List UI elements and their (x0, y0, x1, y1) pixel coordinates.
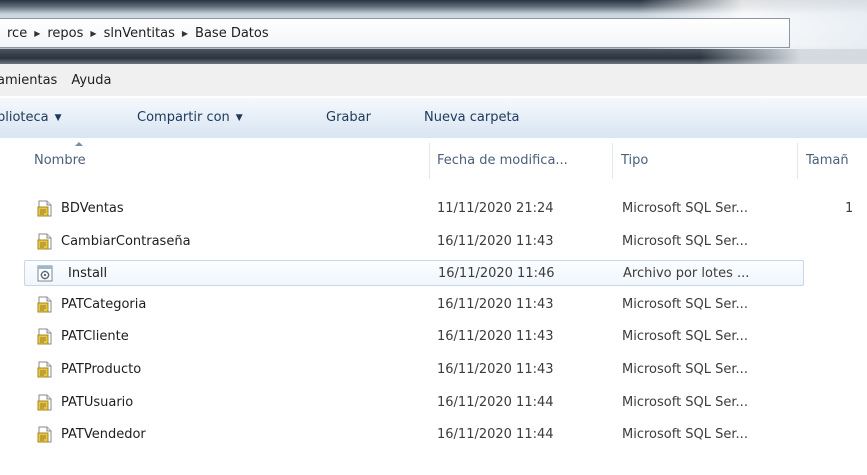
file-type: Microsoft SQL Ser... (622, 427, 748, 442)
file-type: Microsoft SQL Ser... (622, 201, 748, 216)
file-name: Install (68, 266, 108, 281)
breadcrumb-item[interactable]: slnVentitas (99, 26, 180, 41)
chevron-down-icon: ▼ (54, 113, 62, 123)
file-name: BDVentas (61, 201, 124, 216)
chevron-down-icon: ▼ (235, 113, 243, 123)
window-frame-glare (700, 49, 867, 64)
include-in-library-label: blioteca (0, 110, 49, 125)
column-header-type[interactable]: Tipo (621, 153, 648, 168)
file-type: Microsoft SQL Ser... (622, 297, 748, 312)
column-divider[interactable] (612, 143, 613, 179)
batch-file-icon (37, 265, 53, 282)
sql-script-icon (37, 296, 52, 313)
file-date: 16/11/2020 11:43 (437, 329, 554, 344)
breadcrumb-item[interactable]: repos (42, 26, 88, 41)
file-row[interactable]: PATCliente 16/11/2020 11:43 Microsoft SQ… (0, 325, 867, 349)
file-name: PATUsuario (61, 395, 134, 410)
column-header-date[interactable]: Fecha de modifica... (437, 153, 568, 168)
breadcrumb-item[interactable]: Base Datos (190, 26, 274, 41)
file-date: 16/11/2020 11:43 (437, 362, 554, 377)
breadcrumb-arrow-icon[interactable]: ▶ (88, 29, 98, 38)
file-name: PATProducto (61, 362, 142, 377)
sql-script-icon (37, 361, 52, 378)
file-date: 11/11/2020 21:24 (437, 201, 554, 216)
address-bar[interactable]: rce ▶ repos ▶ slnVentitas ▶ Base Datos (0, 18, 790, 48)
command-bar: blioteca ▼ Compartir con ▼ Grabar Nueva ca… (0, 97, 867, 139)
file-type: Microsoft SQL Ser... (622, 395, 748, 410)
file-size: 1 (845, 201, 854, 216)
breadcrumb-arrow-icon[interactable]: ▶ (32, 29, 42, 38)
breadcrumb-item[interactable]: rce (2, 26, 32, 41)
file-row[interactable]: BDVentas 11/11/2020 21:24 Microsoft SQL … (0, 197, 867, 221)
share-with-label: Compartir con (137, 110, 230, 125)
burn-button[interactable]: Grabar (326, 110, 371, 125)
file-type: Archivo por lotes ... (623, 266, 750, 281)
file-date: 16/11/2020 11:43 (437, 297, 554, 312)
file-date: 16/11/2020 11:43 (437, 234, 554, 249)
file-name: PATCategoria (61, 297, 147, 312)
file-row[interactable]: PATProducto 16/11/2020 11:43 Microsoft S… (0, 358, 867, 382)
menu-help[interactable]: Ayuda (65, 73, 119, 88)
menu-bar: amientas Ayuda (0, 64, 867, 96)
menu-tools[interactable]: amientas (0, 73, 65, 88)
file-type: Microsoft SQL Ser... (622, 234, 748, 249)
file-row[interactable]: PATCategoria 16/11/2020 11:43 Microsoft … (0, 293, 867, 317)
share-with-button[interactable]: Compartir con ▼ (137, 110, 243, 125)
file-type: Microsoft SQL Ser... (622, 362, 748, 377)
sql-script-icon (37, 328, 52, 345)
sql-script-icon (37, 394, 52, 411)
file-row[interactable]: PATVendedor 16/11/2020 11:44 Microsoft S… (0, 423, 867, 447)
file-name: CambiarContraseña (61, 234, 191, 249)
include-in-library-button[interactable]: blioteca ▼ (0, 110, 62, 125)
file-date: 16/11/2020 11:44 (437, 395, 554, 410)
file-date: 16/11/2020 11:46 (438, 266, 555, 281)
sql-script-icon (37, 200, 52, 217)
file-name: PATVendedor (61, 427, 146, 442)
sql-script-icon (37, 426, 52, 443)
column-divider[interactable] (429, 143, 430, 179)
file-type: Microsoft SQL Ser... (622, 329, 748, 344)
sort-ascending-icon (75, 142, 83, 146)
file-name: PATCliente (61, 329, 129, 344)
file-row-hovered[interactable]: Install 16/11/2020 11:46 Archivo por lot… (24, 260, 804, 286)
column-divider[interactable] (797, 143, 798, 179)
file-row[interactable]: PATUsuario 16/11/2020 11:44 Microsoft SQ… (0, 391, 867, 415)
file-date: 16/11/2020 11:44 (437, 427, 554, 442)
column-header-row: Nombre Fecha de modifica... Tipo Tamañ (0, 138, 867, 184)
column-header-size[interactable]: Tamañ (806, 153, 849, 168)
file-row[interactable]: CambiarContraseña 16/11/2020 11:43 Micro… (0, 230, 867, 254)
breadcrumb-arrow-icon[interactable]: ▶ (180, 29, 190, 38)
sql-script-icon (37, 233, 52, 250)
new-folder-button[interactable]: Nueva carpeta (424, 110, 520, 125)
column-header-name[interactable]: Nombre (34, 153, 86, 168)
